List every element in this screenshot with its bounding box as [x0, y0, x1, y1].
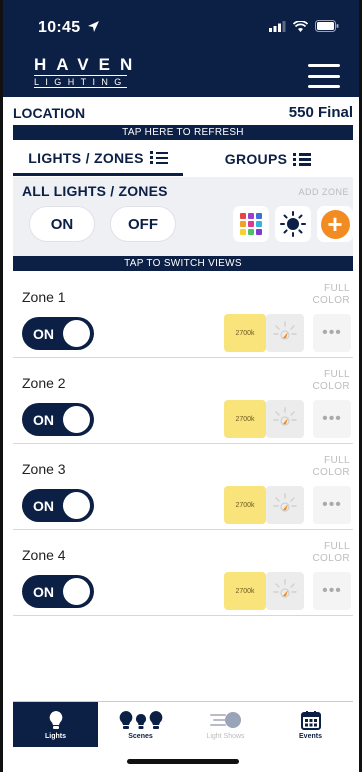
bulb-settings-button[interactable]	[266, 486, 304, 524]
plus-icon: +	[320, 209, 350, 239]
brightness-button[interactable]	[275, 206, 311, 242]
color-grid-icon	[240, 213, 262, 235]
tab-lights-zones[interactable]: LIGHTS / ZONES	[13, 142, 183, 176]
zone-row: Zone 3 FULL COLOR ON 2700k •••	[13, 444, 353, 530]
signal-icon	[269, 20, 286, 32]
nav-light-shows[interactable]: Light Shows	[183, 702, 268, 747]
location-bar[interactable]: LOCATION 550 Final	[13, 100, 353, 125]
zone-name: Zone 3	[22, 461, 66, 477]
zone-mode: FULL COLOR	[312, 541, 350, 564]
nav-scenes[interactable]: Scenes	[98, 702, 183, 747]
toggle-knob	[63, 578, 90, 605]
bulb-icon	[49, 710, 62, 729]
zone-row: Zone 2 FULL COLOR ON 2700k •••	[13, 358, 353, 444]
toggle-knob	[63, 492, 90, 519]
zone-name: Zone 1	[22, 289, 66, 305]
light-shows-icon	[209, 711, 241, 728]
nav-label: Scenes	[128, 732, 153, 740]
location-arrow-icon	[88, 21, 100, 32]
bulbs-icon	[119, 710, 162, 729]
more-options-button[interactable]: •••	[313, 314, 351, 352]
bulb-icon	[273, 321, 297, 340]
zone-mode: FULL COLOR	[312, 283, 350, 306]
toggle-knob	[63, 320, 90, 347]
kelvin-swatch-button[interactable]: 2700k	[224, 486, 266, 524]
kelvin-swatch-button[interactable]: 2700k	[224, 314, 266, 352]
toggle-knob	[63, 406, 90, 433]
bulb-settings-button[interactable]	[266, 400, 304, 438]
zone-mode: FULL COLOR	[312, 455, 350, 478]
menu-line	[308, 74, 340, 78]
haven-logo: HAVEN LIGHTING	[34, 56, 142, 88]
kelvin-swatch-button[interactable]: 2700k	[224, 572, 266, 610]
menu-line	[308, 85, 340, 88]
zone-toggle[interactable]: ON	[22, 575, 94, 608]
sun-icon	[280, 211, 306, 237]
logo-subtitle: LIGHTING	[34, 75, 128, 88]
zone-toggle[interactable]: ON	[22, 489, 94, 522]
more-options-button[interactable]: •••	[313, 486, 351, 524]
bottom-nav: Lights Scenes Light Shows Events	[13, 701, 353, 747]
tab-label: GROUPS	[224, 151, 288, 167]
list-icon	[149, 151, 168, 164]
all-on-button[interactable]: ON	[29, 206, 95, 242]
all-lights-section: ALL LIGHTS / ZONES ADD ZONE ON OFF +	[13, 177, 353, 256]
nav-label: Light Shows	[206, 732, 245, 740]
nav-events[interactable]: Events	[268, 702, 353, 747]
calendar-icon	[300, 710, 321, 730]
zone-toggle[interactable]: ON	[22, 403, 94, 436]
add-zone-label: ADD ZONE	[298, 187, 349, 197]
status-time: 10:45	[38, 19, 100, 37]
color-palette-button[interactable]	[233, 206, 269, 242]
status-icons	[269, 20, 339, 32]
add-zone-button[interactable]: +	[317, 206, 353, 242]
bulb-icon	[273, 493, 297, 512]
all-off-button[interactable]: OFF	[110, 206, 176, 242]
zone-toggle[interactable]: ON	[22, 317, 94, 350]
bulb-settings-button[interactable]	[266, 572, 304, 610]
bulb-icon	[273, 579, 297, 598]
bulb-settings-button[interactable]	[266, 314, 304, 352]
nav-label: Lights	[45, 732, 66, 740]
zone-name: Zone 2	[22, 375, 66, 391]
more-options-button[interactable]: •••	[313, 572, 351, 610]
menu-line	[308, 64, 340, 67]
app-header: 10:45 HAVEN LIGHTING	[3, 0, 359, 97]
switch-views-strip[interactable]: TAP TO SWITCH VIEWS	[13, 256, 353, 271]
home-indicator[interactable]	[127, 759, 239, 764]
location-value: 550 Final	[288, 104, 353, 121]
refresh-strip[interactable]: TAP HERE TO REFRESH	[13, 125, 353, 140]
zone-name: Zone 4	[22, 547, 66, 563]
kelvin-swatch-button[interactable]: 2700k	[224, 400, 266, 438]
zone-mode: FULL COLOR	[312, 369, 350, 392]
zone-row: Zone 4 FULL COLOR ON 2700k •••	[13, 530, 353, 616]
tab-label: LIGHTS / ZONES	[28, 149, 144, 166]
battery-icon	[315, 20, 339, 32]
nav-lights[interactable]: Lights	[13, 702, 98, 747]
hamburger-menu-button[interactable]	[308, 64, 340, 88]
list-icon	[293, 152, 312, 166]
app-screen: 10:45 HAVEN LIGHTING LOCATION 550 Final …	[0, 0, 362, 772]
all-lights-title: ALL LIGHTS / ZONES	[22, 183, 168, 199]
more-options-button[interactable]: •••	[313, 400, 351, 438]
nav-label: Events	[299, 732, 322, 740]
location-label: LOCATION	[13, 104, 86, 121]
wifi-icon	[293, 20, 308, 32]
tab-groups[interactable]: GROUPS	[183, 142, 353, 176]
logo-brand: HAVEN	[34, 55, 143, 74]
bulb-icon	[273, 407, 297, 426]
view-tabs: LIGHTS / ZONES GROUPS	[13, 142, 353, 176]
zone-row: Zone 1 FULL COLOR ON 2700k •••	[13, 272, 353, 358]
